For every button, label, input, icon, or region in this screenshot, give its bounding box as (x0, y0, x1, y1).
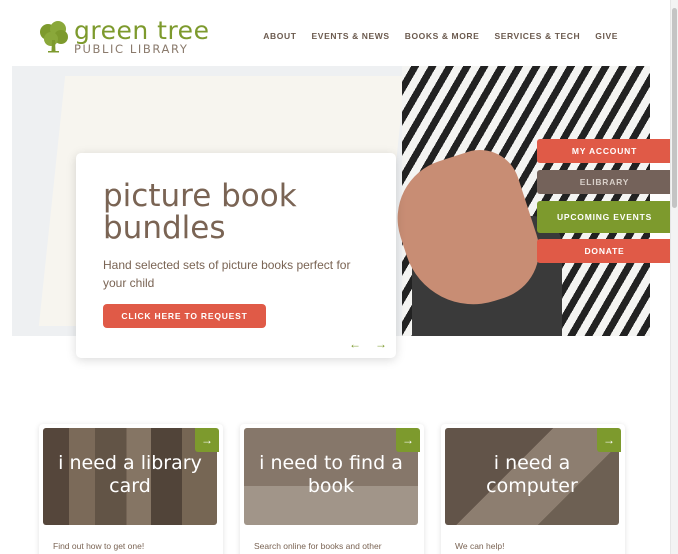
hero-description: Hand selected sets of picture books perf… (103, 258, 351, 290)
nav-services-tech[interactable]: SERVICES & TECH (494, 31, 580, 41)
donate-button[interactable]: DONATE (537, 239, 672, 263)
nav-events-news[interactable]: EVENTS & NEWS (312, 31, 390, 41)
nav-about[interactable]: ABOUT (263, 31, 296, 41)
slider-next-arrow-icon[interactable]: → (375, 337, 387, 351)
hero-title: picture book bundles (103, 178, 297, 246)
nav-give[interactable]: GIVE (595, 31, 618, 41)
computer-feature[interactable]: i need a computer → We can help! (441, 424, 625, 554)
my-account-button[interactable]: MY ACCOUNT (537, 139, 672, 163)
logo[interactable]: green tree PUBLIC LIBRARY (38, 18, 209, 56)
site-header: green tree PUBLIC LIBRARY ABOUT EVENTS &… (0, 0, 678, 66)
arrow-right-icon[interactable]: → (597, 428, 621, 452)
arrow-right-icon[interactable]: → (195, 428, 219, 452)
arrow-right-icon[interactable]: → (396, 428, 420, 452)
card-description: Search online for books and other (254, 541, 382, 551)
card-description: Find out how to get one! (53, 541, 145, 551)
upcoming-events-button[interactable]: UPCOMING EVENTS (537, 201, 672, 233)
logo-subtitle: PUBLIC LIBRARY (74, 42, 189, 56)
logo-title: green tree (74, 16, 210, 45)
laptop-image: i need to find a book (244, 428, 418, 525)
card-title: i need to find a book (259, 452, 403, 497)
scrollbar-thumb[interactable] (672, 8, 677, 208)
find-book-feature[interactable]: i need to find a book → Search online fo… (240, 424, 424, 554)
card-description: We can help! (455, 541, 505, 551)
page-scrollbar[interactable] (670, 0, 678, 554)
computer-image: i need a computer (445, 428, 619, 525)
library-card-feature[interactable]: i need a library card → Find out how to … (39, 424, 223, 554)
request-button[interactable]: CLICK HERE TO REQUEST (103, 304, 266, 328)
elibrary-button[interactable]: ELIBRARY (537, 170, 672, 194)
card-title: i need a computer (486, 452, 578, 497)
nav-books-more[interactable]: BOOKS & MORE (405, 31, 480, 41)
hero-card: picture book bundles Hand selected sets … (76, 153, 396, 358)
tree-logo-icon (40, 20, 68, 53)
library-shelves-image: i need a library card (43, 428, 217, 525)
card-title: i need a library card (58, 452, 202, 497)
slider-prev-arrow-icon[interactable]: ← (349, 337, 361, 351)
main-nav: ABOUT EVENTS & NEWS BOOKS & MORE SERVICE… (263, 31, 618, 41)
